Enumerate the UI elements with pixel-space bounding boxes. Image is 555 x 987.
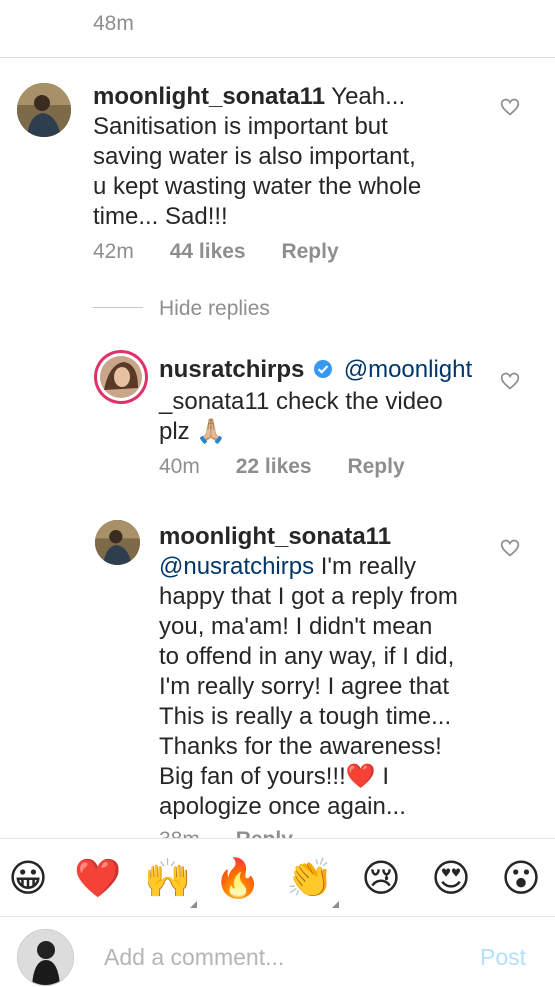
reply-button[interactable]: Reply xyxy=(281,240,338,263)
like-heart-icon[interactable] xyxy=(500,538,520,563)
reply-time: 40m xyxy=(159,455,200,478)
comment-text-line: Sanitisation is important but xyxy=(93,113,388,140)
like-heart-icon[interactable] xyxy=(500,371,520,396)
likes-count[interactable]: 22 likes xyxy=(236,455,312,478)
hide-replies-line xyxy=(93,307,143,308)
like-heart-icon[interactable] xyxy=(500,97,520,122)
user-photo xyxy=(95,520,140,565)
reply-text-line: This is really a tough time... xyxy=(159,703,452,730)
user-photo xyxy=(17,83,71,137)
comment-meta: 42m 44 likes Reply xyxy=(93,240,339,264)
raising-hands-icon[interactable]: 🙌 xyxy=(143,853,193,903)
surprised-face-icon[interactable]: 😮 xyxy=(496,853,546,903)
reply-text-line: apologize once again... xyxy=(159,793,406,820)
avatar[interactable] xyxy=(17,83,71,137)
reply-username[interactable]: moonlight_sonata11 xyxy=(159,523,391,550)
comment-time: 42m xyxy=(93,240,134,263)
hide-replies-button[interactable]: Hide replies xyxy=(159,297,270,321)
reply-text-line: you, ma'am! I didn't mean xyxy=(159,613,433,640)
reply-text-line: I'm really sorry! I agree that xyxy=(159,673,450,700)
red-heart-icon[interactable]: ❤️ xyxy=(73,853,123,903)
skin-tone-indicator-icon xyxy=(190,901,197,908)
reply-text-line: I'm really xyxy=(314,553,417,580)
clapping-hands-icon[interactable]: 👏 xyxy=(285,853,335,903)
comment-text-line: u kept wasting water the whole xyxy=(93,173,422,200)
emoji-quick-reactions: 😀 ❤️ 🙌 🔥 👏 😢 😍 😮 xyxy=(0,838,555,917)
heart-eyes-icon[interactable]: 😍 xyxy=(426,853,476,903)
reply-text-line: Big fan of yours!!!❤️ I xyxy=(159,763,389,790)
user-photo xyxy=(18,930,73,985)
avatar[interactable] xyxy=(95,520,140,565)
top-timestamp: 48m xyxy=(93,12,134,35)
reply-body: nusratchirps @moonlight _sonata11 check … xyxy=(159,355,489,447)
comment-username[interactable]: moonlight_sonata11 xyxy=(93,83,325,110)
fire-icon[interactable]: 🔥 xyxy=(213,853,263,903)
post-button[interactable]: Post xyxy=(480,944,526,971)
reply-text-line: happy that I got a reply from xyxy=(159,583,458,610)
story-ring-avatar xyxy=(94,350,148,404)
skin-tone-indicator-icon xyxy=(332,901,339,908)
comment-input[interactable]: Add a comment... xyxy=(104,944,444,971)
mention-link[interactable]: @nusratchirps xyxy=(159,553,314,580)
reply-username[interactable]: nusratchirps xyxy=(159,356,304,383)
verified-badge-icon xyxy=(313,357,333,387)
reply-button[interactable]: Reply xyxy=(347,455,404,478)
crying-face-icon[interactable]: 😢 xyxy=(356,853,406,903)
likes-count[interactable]: 44 likes xyxy=(170,240,246,263)
reply-body: moonlight_sonata11 @nusratchirps I'm rea… xyxy=(159,522,489,822)
reply-meta: 40m 22 likes Reply xyxy=(159,455,405,479)
comment-text-line: saving water is also important, xyxy=(93,143,416,170)
reply-text-line: _sonata11 check the video xyxy=(159,388,443,415)
top-divider xyxy=(0,57,555,58)
grinning-face-icon[interactable]: 😀 xyxy=(3,853,53,903)
current-user-avatar xyxy=(17,929,74,986)
reply-text-line: to offend in any way, if I did, xyxy=(159,643,455,670)
avatar[interactable] xyxy=(94,350,148,404)
comment-input-bar: Add a comment... Post xyxy=(0,916,555,987)
mention-link[interactable]: @moonlight xyxy=(344,356,472,383)
comment-body: moonlight_sonata11 Yeah... Sanitisation … xyxy=(93,82,513,232)
comment-text-line: Yeah... xyxy=(331,83,406,110)
reply-text-line: Thanks for the awareness! xyxy=(159,733,442,760)
reply-text-line: plz 🙏🏼 xyxy=(159,418,227,445)
comment-text-line: time... Sad!!! xyxy=(93,203,228,230)
